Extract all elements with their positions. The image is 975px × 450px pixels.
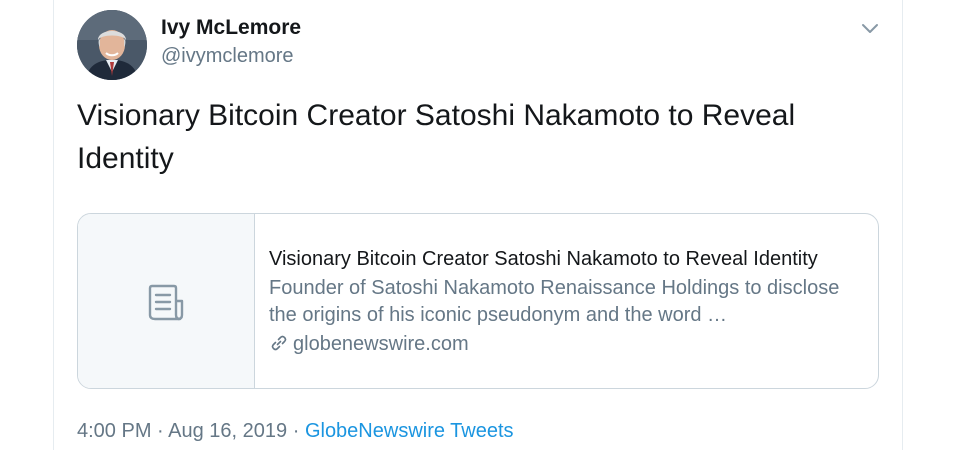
timeline-border-left [53, 0, 54, 450]
card-domain: globenewswire.com [269, 331, 869, 358]
author-name[interactable]: Ivy McLemore [161, 16, 301, 40]
tweet-time[interactable]: 4:00 PM [77, 420, 151, 442]
card-domain-text: globenewswire.com [293, 333, 469, 355]
timeline-border-right [902, 0, 903, 450]
card-body: Visionary Bitcoin Creator Satoshi Nakamo… [269, 246, 869, 358]
tweet-text: Visionary Bitcoin Creator Satoshi Nakamo… [77, 99, 796, 175]
tweet-source-link[interactable]: GlobeNewswire Tweets [305, 420, 514, 442]
meta-separator: · [287, 420, 305, 442]
link-card[interactable]: Visionary Bitcoin Creator Satoshi Nakamo… [77, 213, 879, 389]
author-handle[interactable]: @ivymclemore [161, 45, 294, 68]
card-title: Visionary Bitcoin Creator Satoshi Nakamo… [269, 248, 818, 270]
card-description: Founder of Satoshi Nakamoto Renaissance … [269, 277, 840, 326]
document-icon [147, 284, 185, 322]
card-thumbnail [78, 214, 255, 388]
meta-separator: · [151, 420, 169, 442]
tweet-date[interactable]: Aug 16, 2019 [168, 420, 287, 442]
tweet-meta: 4:00 PM · Aug 16, 2019 · GlobeNewswire T… [77, 420, 514, 443]
avatar[interactable] [77, 10, 147, 80]
chevron-down-icon[interactable] [859, 18, 881, 38]
link-icon [269, 333, 289, 353]
tweet: Ivy McLemore @ivymclemore Visionary Bitc… [0, 0, 975, 450]
